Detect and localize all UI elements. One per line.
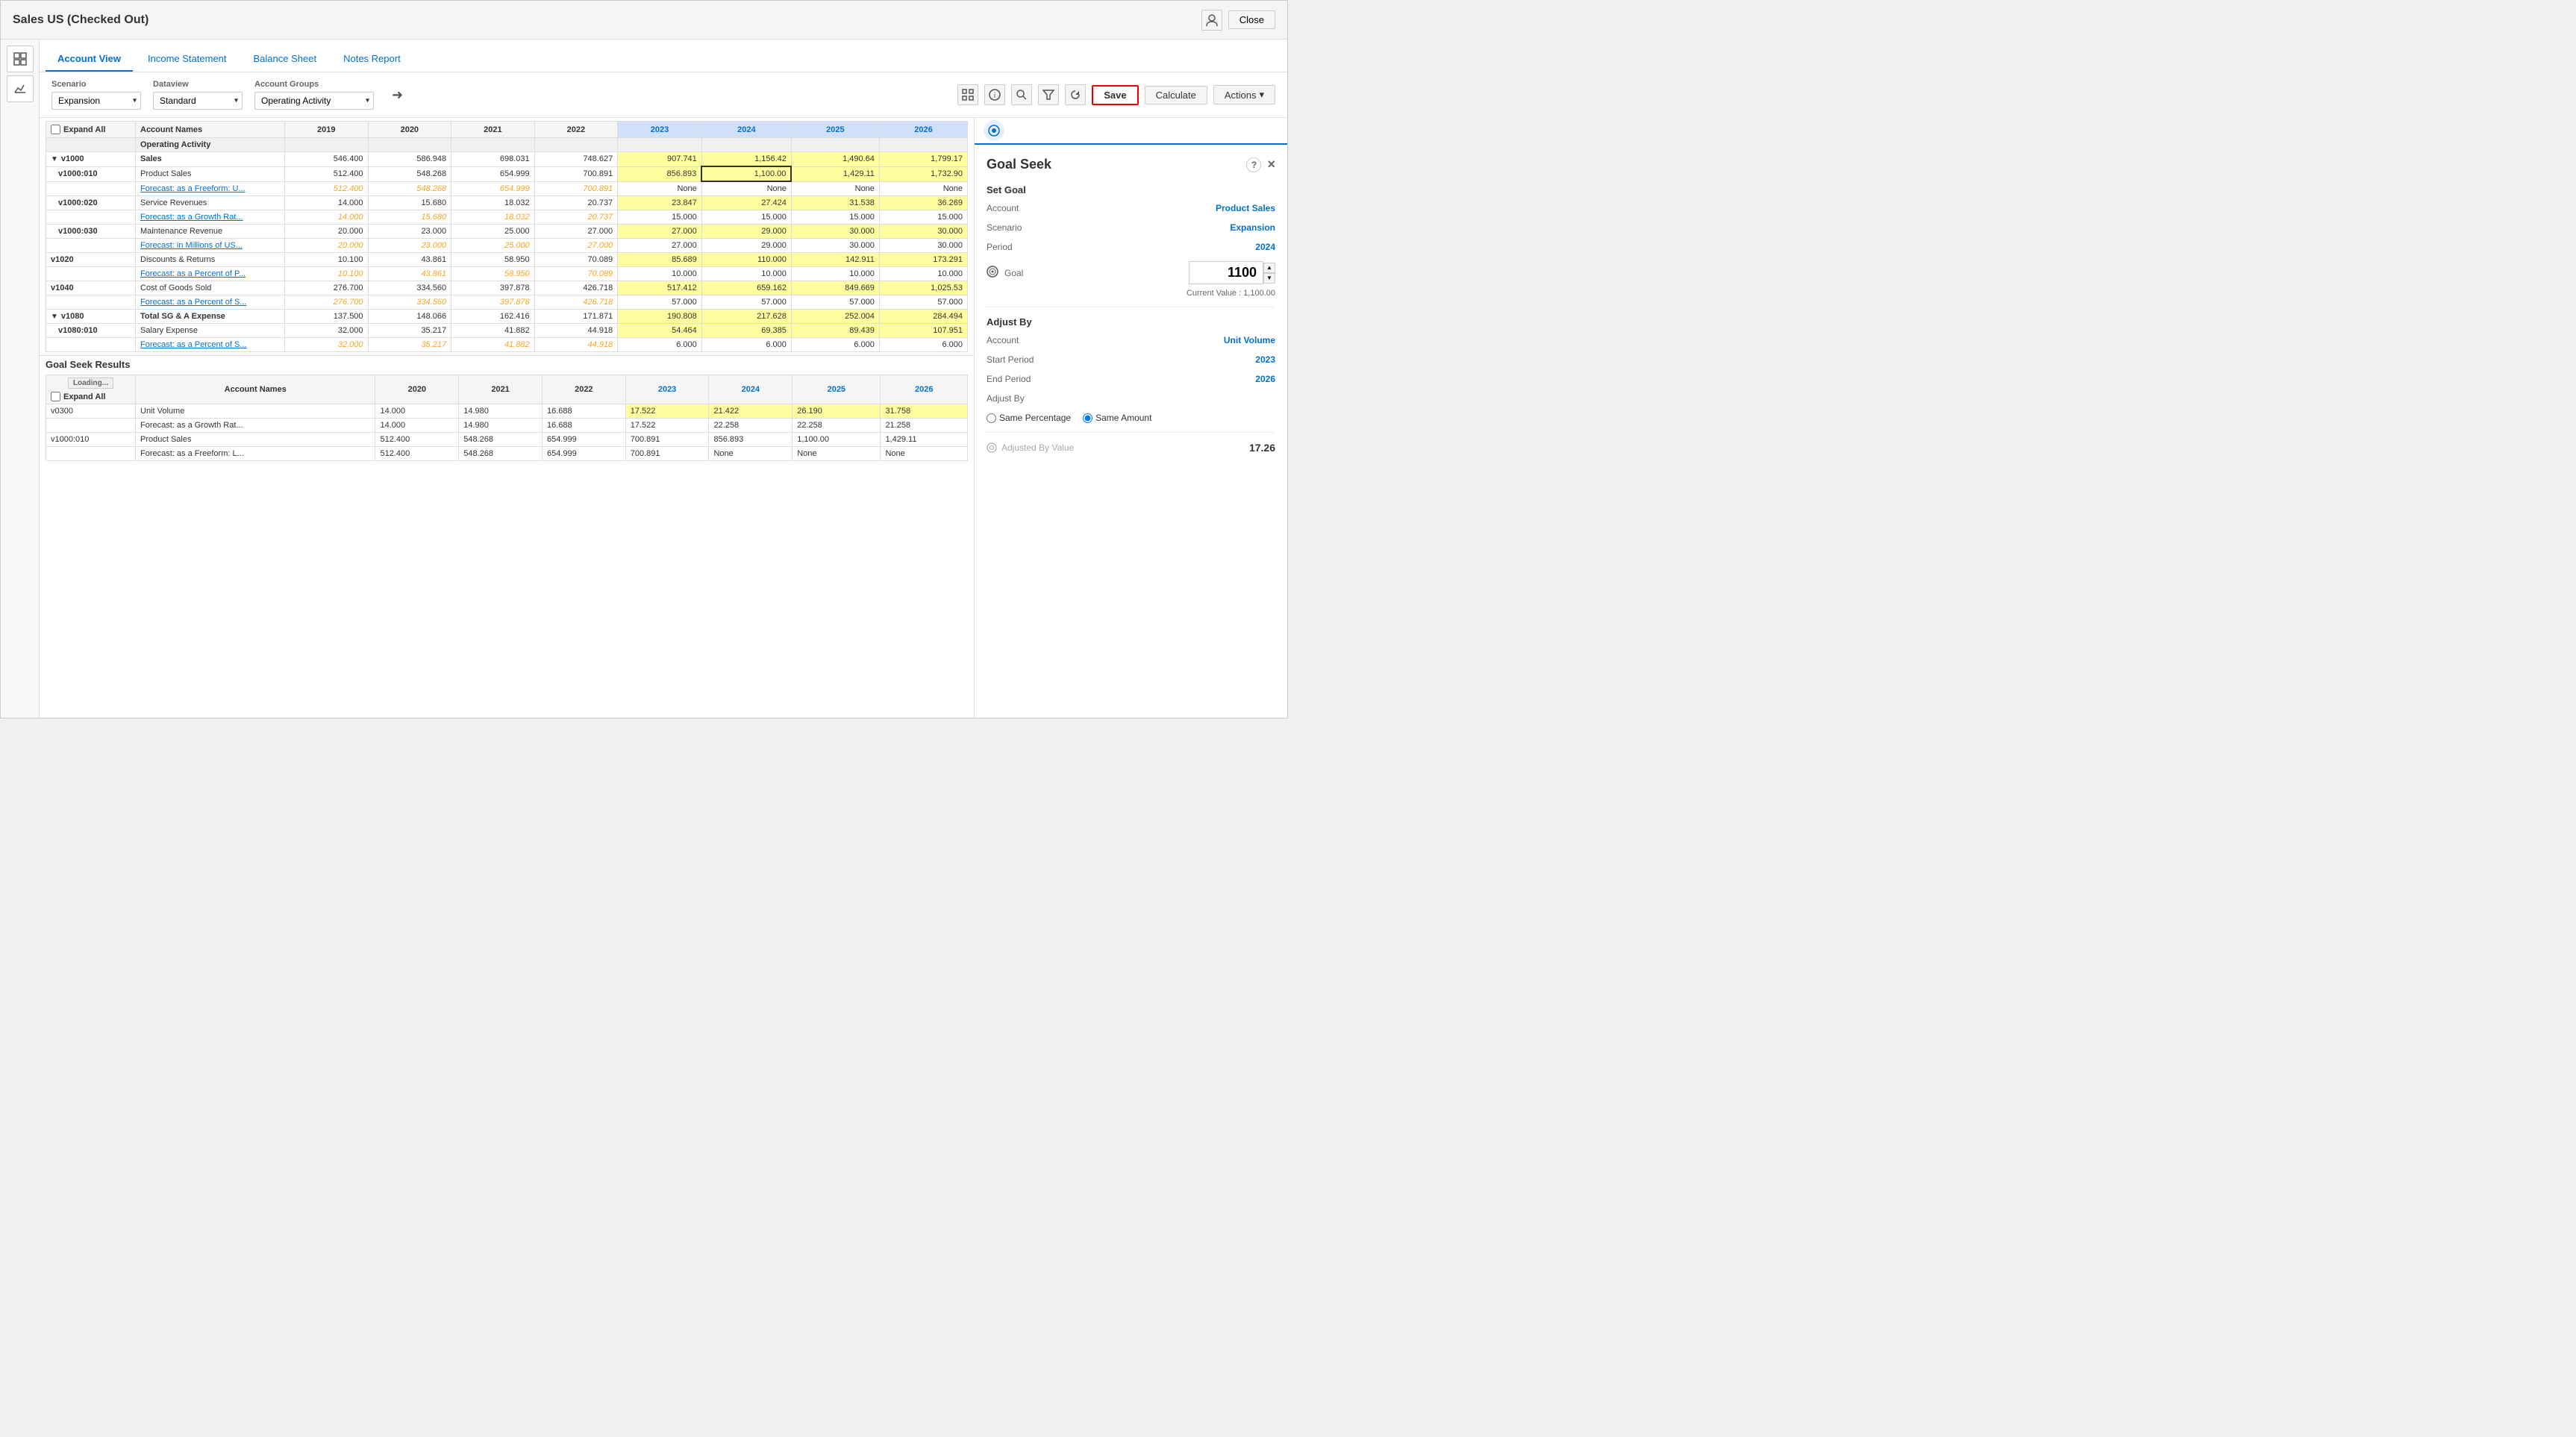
expand-all-checkbox[interactable]: Expand All [51, 125, 131, 134]
scenario-label: Scenario [51, 80, 141, 89]
goal-account-value[interactable]: Product Sales [1216, 203, 1275, 213]
loading-badge: Loading... [68, 378, 113, 389]
table-row-forecast: Forecast: in Millions of US... 20.000 23… [46, 239, 968, 253]
col-header-2023[interactable]: 2023 [618, 122, 702, 138]
tab-balance-sheet[interactable]: Balance Sheet [242, 47, 329, 72]
goal-spin-up[interactable]: ▲ [1263, 263, 1275, 273]
actions-chevron-icon: ▾ [1259, 89, 1264, 101]
col-header-2025[interactable]: 2025 [791, 122, 879, 138]
table-row: v1000:030 Maintenance Revenue 20.000 23.… [46, 225, 968, 239]
results-col-header-2026[interactable]: 2026 [881, 375, 968, 404]
same-amount-option[interactable]: Same Amount [1083, 413, 1151, 423]
table-row: ▼v1000 Sales 546.400 586.948 698.031 748… [46, 152, 968, 167]
col-header-2019: 2019 [285, 122, 369, 138]
set-goal-period-row: Period 2024 [987, 242, 1275, 255]
results-col-header-2025[interactable]: 2025 [793, 375, 881, 404]
goal-seek-results-title: Goal Seek Results [46, 359, 968, 370]
table-row: v1020 Discounts & Returns 10.100 43.861 … [46, 253, 968, 267]
goal-scenario-value[interactable]: Expansion [1230, 222, 1275, 233]
set-goal-section-title: Set Goal [987, 184, 1275, 195]
tab-account-view[interactable]: Account View [46, 47, 133, 72]
goal-period-value[interactable]: 2024 [1255, 242, 1275, 252]
col-header-2021: 2021 [451, 122, 535, 138]
table-row-forecast: Forecast: as a Freeform: U... 512.400 54… [46, 181, 968, 196]
table-row: v1040 Cost of Goods Sold 276.700 334.560… [46, 281, 968, 295]
goal-seek-close-icon[interactable]: × [1267, 157, 1275, 172]
same-percentage-option[interactable]: Same Percentage [987, 413, 1071, 423]
table-row-forecast: Forecast: as a Freeform: L... 512.400 54… [46, 447, 968, 461]
adjust-by-section-title: Adjust By [987, 316, 1275, 328]
adjust-start-period-value[interactable]: 2023 [1255, 354, 1275, 365]
adjusted-value: 17.26 [1249, 442, 1275, 454]
goal-value-input[interactable] [1189, 261, 1263, 284]
table-row: v1000:010 Product Sales 512.400 548.268 … [46, 433, 968, 447]
table-row: v1080:010 Salary Expense 32.000 35.217 4… [46, 324, 968, 338]
user-icon[interactable] [1201, 10, 1222, 31]
scenario-select[interactable]: Expansion [51, 92, 141, 110]
set-goal-scenario-row: Scenario Expansion [987, 222, 1275, 236]
results-col-header-2022: 2022 [542, 375, 625, 404]
account-groups-select[interactable]: Operating Activity [254, 92, 374, 110]
current-value-label: Current Value : 1,100.00 [987, 289, 1275, 298]
grid-icon[interactable] [7, 46, 34, 72]
adjust-end-period-row: End Period 2026 [987, 374, 1275, 387]
search-icon[interactable] [1011, 84, 1032, 105]
col-header-2026[interactable]: 2026 [879, 122, 967, 138]
results-col-header-2023[interactable]: 2023 [625, 375, 709, 404]
main-data-table: Expand All Account Names 2019 2020 2021 … [46, 121, 968, 352]
adjusted-value-row: Adjusted By Value 17.26 [987, 442, 1275, 454]
results-col-header-2020: 2020 [375, 375, 459, 404]
col-header-2022: 2022 [534, 122, 618, 138]
chart-icon[interactable] [7, 75, 34, 102]
calculate-button[interactable]: Calculate [1145, 86, 1207, 104]
table-row: v0300 Unit Volume 14.000 14.980 16.688 1… [46, 404, 968, 419]
results-expand-all-checkbox[interactable]: Expand All [51, 392, 131, 401]
adjust-by-row: Adjust By [987, 393, 1275, 407]
goal-target-icon [987, 266, 998, 280]
adjust-account-row: Account Unit Volume [987, 335, 1275, 348]
col-header-account-names: Account Names [136, 122, 285, 138]
adjust-account-value[interactable]: Unit Volume [1224, 335, 1275, 345]
table-row-forecast: Forecast: as a Percent of S... 32.000 35… [46, 338, 968, 352]
goal-label: Goal [1004, 268, 1023, 278]
table-row-forecast: Forecast: as a Growth Rat... 14.000 14.9… [46, 419, 968, 433]
set-goal-account-row: Account Product Sales [987, 203, 1275, 216]
table-row-forecast: Forecast: as a Percent of P... 10.100 43… [46, 267, 968, 281]
col-header-2020: 2020 [368, 122, 451, 138]
tab-notes-report[interactable]: Notes Report [331, 47, 413, 72]
section-header-operating: Operating Activity [46, 138, 968, 152]
goal-spin-down[interactable]: ▼ [1263, 273, 1275, 284]
close-button[interactable]: Close [1228, 10, 1275, 29]
goal-seek-title: Goal Seek [987, 157, 1051, 172]
adjust-by-radio-group: Same Percentage Same Amount [987, 413, 1275, 423]
fit-screen-icon[interactable] [957, 84, 978, 105]
goal-seek-results-table: Loading... Expand All Account Names 2020 [46, 375, 968, 461]
goal-seek-help-icon[interactable]: ? [1246, 157, 1261, 172]
adjusted-value-icon [987, 442, 997, 453]
table-row-forecast: Forecast: as a Percent of S... 276.700 3… [46, 295, 968, 310]
results-col-header-2021: 2021 [459, 375, 543, 404]
dataview-select[interactable]: Standard [153, 92, 243, 110]
refresh-icon[interactable] [1065, 84, 1086, 105]
dataview-label: Dataview [153, 80, 243, 89]
results-col-header-2024[interactable]: 2024 [709, 375, 793, 404]
svg-text:i: i [994, 92, 995, 100]
results-col-header-account: Account Names [136, 375, 375, 404]
actions-button[interactable]: Actions ▾ [1213, 85, 1275, 104]
info-icon[interactable]: i [984, 84, 1005, 105]
adjust-start-period-row: Start Period 2023 [987, 354, 1275, 368]
account-groups-label: Account Groups [254, 80, 374, 89]
col-header-2024[interactable]: 2024 [701, 122, 791, 138]
app-title: Sales US (Checked Out) [13, 13, 149, 27]
adjust-end-period-value[interactable]: 2026 [1255, 374, 1275, 384]
table-row: v1000:010 Product Sales 512.400 548.268 … [46, 166, 968, 181]
goal-seek-panel-tab[interactable] [984, 120, 1004, 141]
table-row: v1000:020 Service Revenues 14.000 15.680… [46, 196, 968, 210]
navigate-button[interactable]: ➜ [386, 84, 409, 106]
table-row: ▼v1080 Total SG & A Expense 137.500 148.… [46, 310, 968, 324]
tab-income-statement[interactable]: Income Statement [136, 47, 239, 72]
table-row-forecast: Forecast: as a Growth Rat... 14.000 15.6… [46, 210, 968, 225]
filter-icon[interactable] [1038, 84, 1059, 105]
save-button[interactable]: Save [1092, 85, 1138, 105]
